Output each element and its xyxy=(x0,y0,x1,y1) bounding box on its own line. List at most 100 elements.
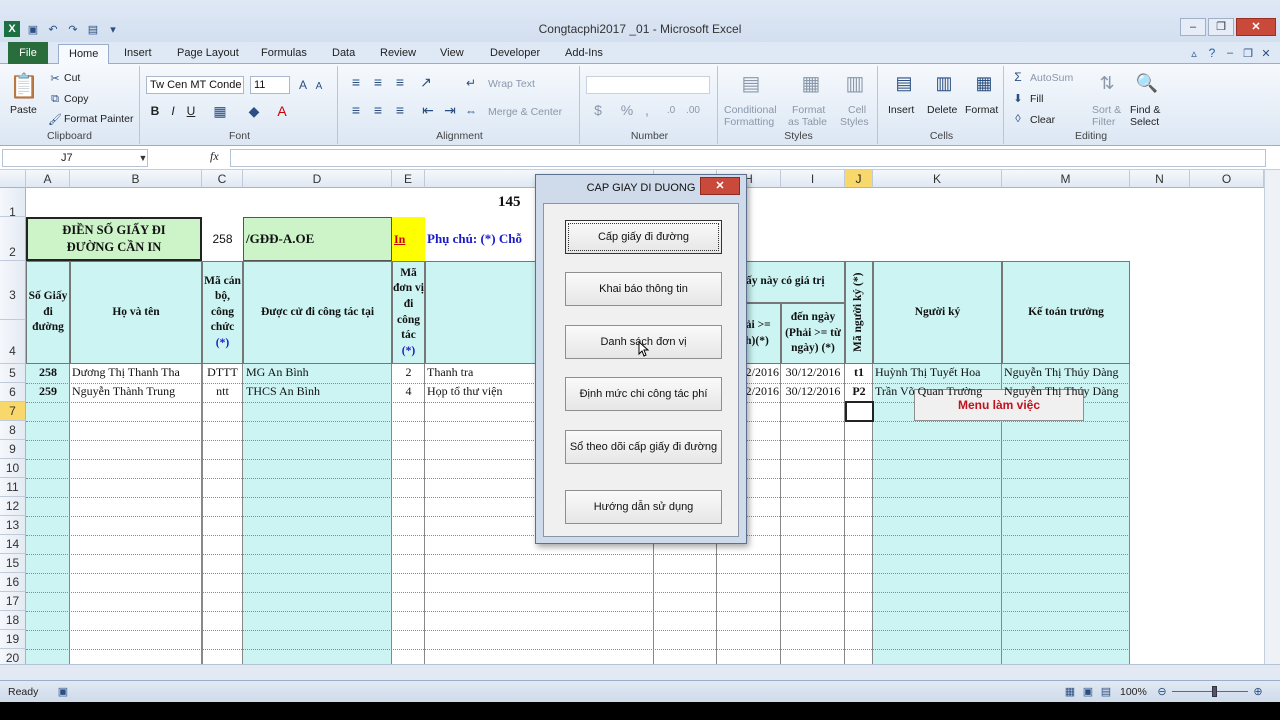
increase-decimal-icon[interactable]: .0 xyxy=(662,102,680,118)
row-header-17[interactable]: 17 xyxy=(0,592,26,611)
clear-icon[interactable]: ◊ xyxy=(1012,112,1024,126)
format-painter-icon[interactable]: 🖌 xyxy=(48,113,62,126)
decrease-decimal-icon[interactable]: .00 xyxy=(684,102,702,118)
autosum-icon[interactable]: Σ xyxy=(1012,70,1024,84)
row-header-11[interactable]: 11 xyxy=(0,478,26,497)
row-header-18[interactable]: 18 xyxy=(0,611,26,630)
page-break-view-icon[interactable]: ▤ xyxy=(1098,684,1114,698)
copy-icon[interactable]: ⧉ xyxy=(48,93,62,105)
tab-view[interactable]: View xyxy=(440,44,464,64)
format-as-table-label-2[interactable]: as Table xyxy=(788,116,827,128)
cell-ma-don-vi[interactable]: 2 xyxy=(392,365,425,380)
select-all-corner[interactable] xyxy=(0,170,26,188)
zoom-slider-thumb[interactable] xyxy=(1212,686,1217,697)
tab-review[interactable]: Review xyxy=(380,44,416,64)
cell-styles-label[interactable]: Cell xyxy=(848,104,866,116)
row-header-19[interactable]: 19 xyxy=(0,630,26,649)
conditional-formatting-label[interactable]: Conditional xyxy=(724,104,777,116)
tab-home[interactable]: Home xyxy=(58,44,110,64)
format-as-table-label[interactable]: Format xyxy=(792,104,825,116)
tab-developer[interactable]: Developer xyxy=(490,44,540,64)
conditional-formatting-icon[interactable]: ▤ xyxy=(736,70,766,96)
expense-norm-button[interactable]: Định mức chi công tác phí xyxy=(565,377,722,411)
row-header-12[interactable]: 12 xyxy=(0,497,26,516)
minimize-button[interactable]: – xyxy=(1180,18,1206,36)
active-cell-j7[interactable] xyxy=(845,401,874,422)
name-box-dropdown-icon[interactable]: ▼ xyxy=(138,152,148,164)
conditional-formatting-label-2[interactable]: Formatting xyxy=(724,116,774,128)
font-name-select[interactable]: Tw Cen MT Conde xyxy=(146,76,244,94)
zoom-level[interactable]: 100% xyxy=(1120,686,1147,698)
insert-cells-button[interactable]: Insert xyxy=(888,104,914,116)
cell-styles-icon[interactable]: ▥ xyxy=(840,70,870,96)
align-center-icon[interactable]: ≡ xyxy=(370,102,386,118)
workbook-close-icon[interactable]: ✕ xyxy=(1258,44,1274,62)
cell-nguoi-ky[interactable]: Trần Võ Quan Trường xyxy=(875,384,1001,399)
orientation-icon[interactable]: ↗ xyxy=(418,74,434,90)
col-header-c[interactable]: C xyxy=(202,170,243,188)
restore-button[interactable]: ❐ xyxy=(1208,18,1234,36)
decrease-indent-icon[interactable]: ⇤ xyxy=(420,102,436,118)
close-window-button[interactable]: ✕ xyxy=(1236,18,1276,36)
align-middle-icon[interactable]: ≡ xyxy=(370,74,386,90)
tracking-book-button[interactable]: Sổ theo dõi cấp giấy đi đường xyxy=(565,430,722,464)
normal-view-icon[interactable]: ▦ xyxy=(1062,684,1078,698)
italic-icon[interactable]: I xyxy=(166,102,180,120)
delete-cells-icon[interactable]: ▥ xyxy=(930,70,958,96)
cell-styles-label-2[interactable]: Styles xyxy=(840,116,869,128)
find-select-label[interactable]: Find & xyxy=(1130,104,1160,116)
row-header-16[interactable]: 16 xyxy=(0,573,26,592)
shrink-font-icon[interactable]: A xyxy=(312,78,326,94)
autosum-button[interactable]: AutoSum xyxy=(1030,72,1073,84)
align-right-icon[interactable]: ≡ xyxy=(392,102,408,118)
col-header-i[interactable]: I xyxy=(781,170,845,188)
cell-noi-cong-tac[interactable]: THCS An Bình xyxy=(246,384,390,399)
cell-ma-don-vi[interactable]: 4 xyxy=(392,384,425,399)
cell-ke-toan[interactable]: Nguyễn Thị Thúy Dàng xyxy=(1004,365,1130,380)
cell-noi-cong-tac[interactable]: MG An Bình xyxy=(246,365,390,380)
col-header-b[interactable]: B xyxy=(70,170,202,188)
cut-icon[interactable]: ✂ xyxy=(48,72,62,85)
format-cells-button[interactable]: Format xyxy=(965,104,998,116)
col-header-d[interactable]: D xyxy=(243,170,392,188)
tab-page-layout[interactable]: Page Layout xyxy=(177,44,239,64)
cell-so-giay[interactable]: 258 xyxy=(26,365,70,380)
align-bottom-icon[interactable]: ≡ xyxy=(392,74,408,90)
align-left-icon[interactable]: ≡ xyxy=(348,102,364,118)
col-header-n[interactable]: N xyxy=(1130,170,1190,188)
vertical-scrollbar[interactable] xyxy=(1264,170,1280,664)
font-color-icon[interactable]: A xyxy=(274,102,290,120)
zoom-slider[interactable] xyxy=(1172,691,1248,692)
page-layout-view-icon[interactable]: ▣ xyxy=(1080,684,1096,698)
tab-insert[interactable]: Insert xyxy=(124,44,152,64)
tab-add-ins[interactable]: Add-Ins xyxy=(565,44,603,64)
help-icon[interactable]: ? xyxy=(1204,44,1220,62)
underline-icon[interactable]: U xyxy=(184,102,198,120)
clear-button[interactable]: Clear xyxy=(1030,114,1055,126)
col-header-e[interactable]: E xyxy=(392,170,425,188)
row-header-20[interactable]: 20 xyxy=(0,649,26,664)
format-painter-button[interactable]: Format Painter xyxy=(64,113,133,125)
cell-nguoi-ky[interactable]: Huỳnh Thị Tuyết Hoa xyxy=(875,365,1001,380)
horizontal-scrollbar[interactable] xyxy=(0,664,1280,680)
col-header-m[interactable]: M xyxy=(1002,170,1130,188)
col-header-j[interactable]: J xyxy=(845,170,873,188)
grow-font-icon[interactable]: A xyxy=(296,76,310,94)
cell-ma-nguoi-ky[interactable]: P2 xyxy=(845,384,873,399)
align-top-icon[interactable]: ≡ xyxy=(348,74,364,90)
find-select-label-2[interactable]: Select xyxy=(1130,116,1159,128)
name-box[interactable]: J7 xyxy=(2,149,148,167)
macro-record-icon[interactable]: ▣ xyxy=(56,684,70,698)
sort-filter-icon[interactable]: ⇅ xyxy=(1094,70,1120,96)
wrap-text-icon[interactable]: ↵ xyxy=(464,76,478,90)
delete-cells-button[interactable]: Delete xyxy=(927,104,957,116)
accounting-format-icon[interactable]: $ xyxy=(588,102,608,118)
sort-filter-label[interactable]: Sort & xyxy=(1092,104,1121,116)
current-number-cell[interactable]: 258 xyxy=(202,217,243,261)
cell-ho-ten[interactable]: Nguyễn Thành Trung xyxy=(72,384,200,399)
paste-label[interactable]: Paste xyxy=(10,104,37,116)
format-cells-icon[interactable]: ▦ xyxy=(970,70,998,96)
tab-file[interactable]: File xyxy=(8,42,48,64)
cut-button[interactable]: Cut xyxy=(64,72,80,84)
cell-den-ngay[interactable]: 30/12/2016 xyxy=(781,365,845,380)
